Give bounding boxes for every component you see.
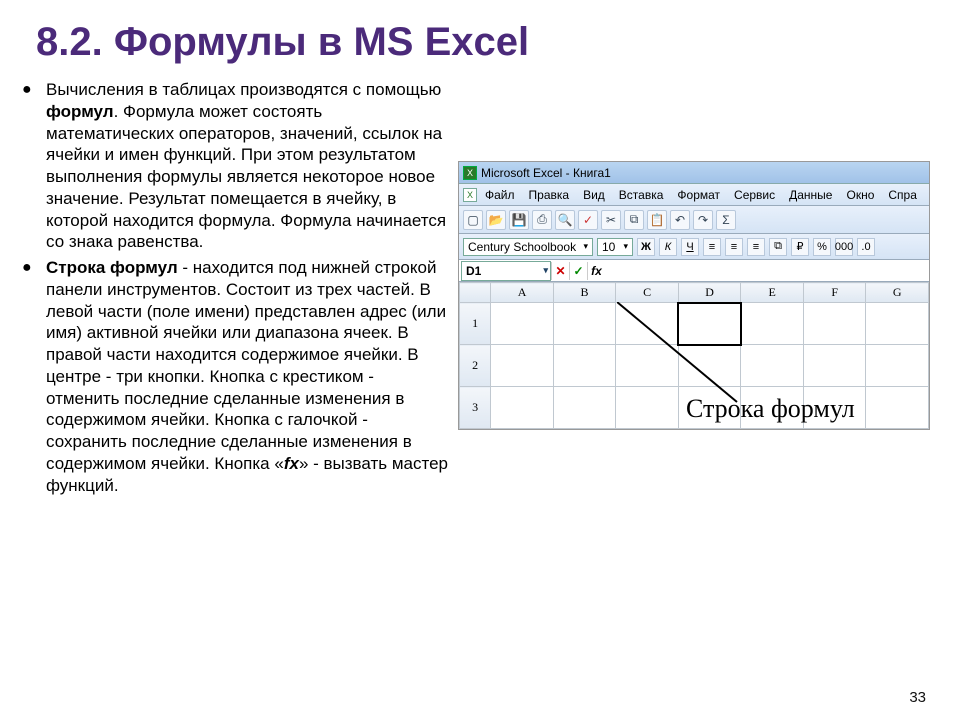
cell-selected[interactable]: [678, 303, 741, 345]
bold-icon[interactable]: Ж: [637, 238, 655, 256]
merge-icon[interactable]: ⧉: [769, 238, 787, 256]
col-header[interactable]: D: [678, 283, 741, 303]
cell[interactable]: [491, 387, 554, 429]
undo-icon[interactable]: ↶: [670, 210, 690, 230]
annotation-label: Строка формул: [686, 394, 855, 424]
excel-standard-toolbar: ▢ 📂 💾 ⎙ 🔍 ✓ ✂ ⧉ 📋 ↶ ↷ Σ: [459, 206, 929, 234]
currency-icon[interactable]: ₽: [791, 238, 809, 256]
menu-item[interactable]: Данные: [783, 186, 838, 204]
row-header[interactable]: 3: [460, 387, 491, 429]
cell[interactable]: [741, 303, 804, 345]
cell[interactable]: [491, 303, 554, 345]
menu-item[interactable]: Вставка: [613, 186, 670, 204]
align-right-icon[interactable]: ≡: [747, 238, 765, 256]
cell[interactable]: [866, 387, 929, 429]
cell[interactable]: [678, 345, 741, 387]
fx-icon[interactable]: fx: [587, 262, 605, 280]
col-header[interactable]: B: [553, 283, 616, 303]
cell[interactable]: [803, 345, 866, 387]
cell[interactable]: [553, 387, 616, 429]
cell[interactable]: [866, 303, 929, 345]
inc-decimal-icon[interactable]: .0: [857, 238, 875, 256]
menu-item[interactable]: Вид: [577, 186, 611, 204]
page-number: 33: [909, 689, 926, 706]
sum-icon[interactable]: Σ: [716, 210, 736, 230]
cancel-formula-icon[interactable]: ✕: [551, 262, 569, 280]
percent-icon[interactable]: %: [813, 238, 831, 256]
excel-format-toolbar: Century Schoolbook ▾ 10 ▾ Ж К Ч ≡ ≡ ≡ ⧉ …: [459, 234, 929, 260]
col-header[interactable]: A: [491, 283, 554, 303]
cut-icon[interactable]: ✂: [601, 210, 621, 230]
underline-icon[interactable]: Ч: [681, 238, 699, 256]
name-box[interactable]: D1 ▾: [461, 261, 551, 281]
align-left-icon[interactable]: ≡: [703, 238, 721, 256]
menu-item[interactable]: Сервис: [728, 186, 781, 204]
cell[interactable]: [616, 303, 679, 345]
col-header[interactable]: G: [866, 283, 929, 303]
align-center-icon[interactable]: ≡: [725, 238, 743, 256]
select-all-corner[interactable]: [460, 283, 491, 303]
cell[interactable]: [491, 345, 554, 387]
font-size-combo[interactable]: 10 ▾: [597, 238, 633, 256]
col-header[interactable]: C: [616, 283, 679, 303]
cell[interactable]: [803, 303, 866, 345]
open-icon[interactable]: 📂: [486, 210, 506, 230]
row-header[interactable]: 2: [460, 345, 491, 387]
cell[interactable]: [741, 345, 804, 387]
excel-doc-icon: X: [463, 188, 477, 202]
preview-icon[interactable]: 🔍: [555, 210, 575, 230]
body-text-column: Вычисления в таблицах производятся с пом…: [20, 79, 458, 500]
redo-icon[interactable]: ↷: [693, 210, 713, 230]
cell[interactable]: [616, 387, 679, 429]
save-icon[interactable]: 💾: [509, 210, 529, 230]
copy-icon[interactable]: ⧉: [624, 210, 644, 230]
bullet-list: Вычисления в таблицах производятся с пом…: [20, 79, 452, 496]
col-header[interactable]: F: [803, 283, 866, 303]
spell-icon[interactable]: ✓: [578, 210, 598, 230]
bullet-item: Вычисления в таблицах производятся с пом…: [20, 79, 452, 253]
cell[interactable]: [616, 345, 679, 387]
font-name-combo[interactable]: Century Schoolbook ▾: [463, 238, 593, 256]
print-icon[interactable]: ⎙: [532, 210, 552, 230]
menu-item[interactable]: Спра: [882, 186, 923, 204]
excel-screenshot: X Microsoft Excel - Книга1 X Файл Правка…: [458, 161, 930, 430]
excel-title-text: Microsoft Excel - Книга1: [481, 166, 611, 180]
new-icon[interactable]: ▢: [463, 210, 483, 230]
slide-title: 8.2. Формулы в MS Excel: [0, 0, 960, 79]
enter-formula-icon[interactable]: ✓: [569, 262, 587, 280]
cell[interactable]: [553, 303, 616, 345]
paste-icon[interactable]: 📋: [647, 210, 667, 230]
bullet-item: Строка формул - находится под нижней стр…: [20, 257, 452, 496]
excel-formula-bar: D1 ▾ ✕ ✓ fx: [459, 260, 929, 282]
cell[interactable]: [866, 345, 929, 387]
col-header[interactable]: E: [741, 283, 804, 303]
thousands-icon[interactable]: 000: [835, 238, 853, 256]
menu-item[interactable]: Файл: [479, 186, 521, 204]
excel-app-icon: X: [463, 166, 477, 180]
menu-item[interactable]: Формат: [671, 186, 726, 204]
excel-titlebar: X Microsoft Excel - Книга1: [459, 162, 929, 184]
row-header[interactable]: 1: [460, 303, 491, 345]
italic-icon[interactable]: К: [659, 238, 677, 256]
menu-item[interactable]: Окно: [840, 186, 880, 204]
excel-menubar: X Файл Правка Вид Вставка Формат Сервис …: [459, 184, 929, 206]
menu-item[interactable]: Правка: [523, 186, 576, 204]
cell[interactable]: [553, 345, 616, 387]
